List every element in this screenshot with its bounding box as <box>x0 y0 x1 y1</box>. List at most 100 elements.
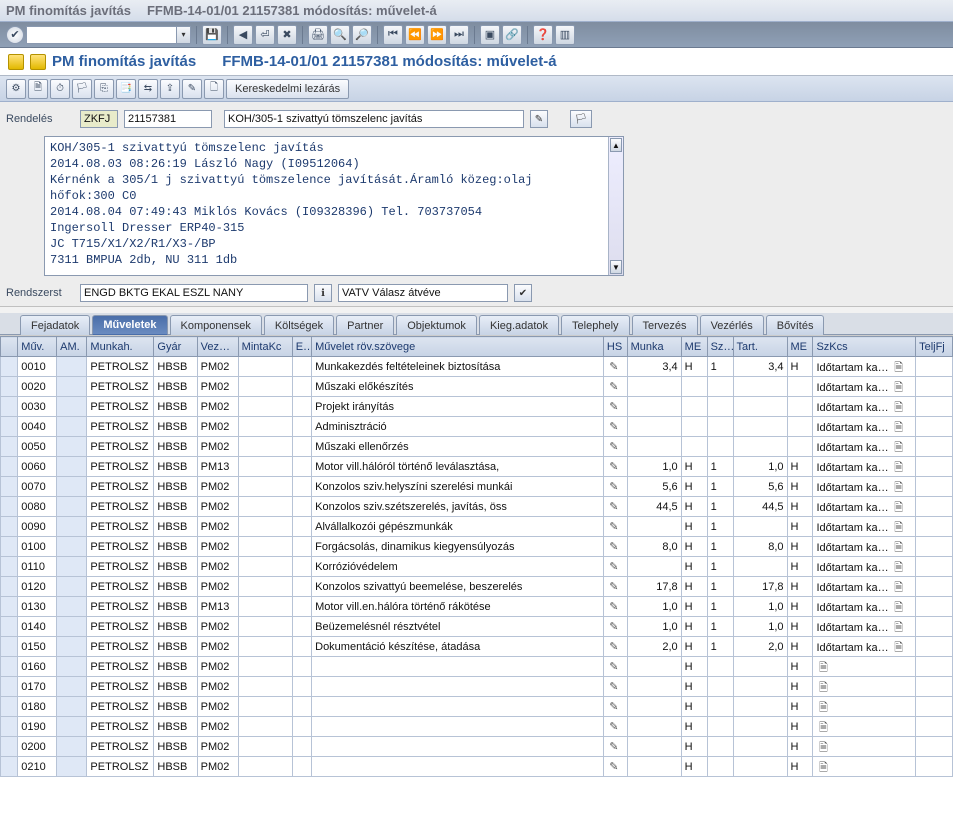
cell-mintakc[interactable] <box>238 597 292 617</box>
cell-me2[interactable]: H <box>787 517 813 537</box>
cell-vez[interactable]: PM02 <box>197 577 238 597</box>
cell-e[interactable] <box>292 677 311 697</box>
cell-szkcs[interactable]: 🗎 <box>813 677 916 697</box>
col-hs[interactable]: HS <box>603 337 627 357</box>
edit-icon[interactable]: ✎ <box>607 640 621 654</box>
cell-tart[interactable] <box>733 717 787 737</box>
confirm-icon[interactable]: ✔ <box>514 284 532 302</box>
new-session-icon[interactable]: ▣ <box>480 25 500 45</box>
cell-me2[interactable]: H <box>787 577 813 597</box>
cell-teljfj[interactable] <box>916 577 953 597</box>
cell-szkcs[interactable]: Időtartam ka… 🗎 <box>813 557 916 577</box>
cell-tart[interactable] <box>733 657 787 677</box>
cell-teljfj[interactable] <box>916 677 953 697</box>
cell-muv[interactable]: 0190 <box>18 717 57 737</box>
cell-munka[interactable]: 44,5 <box>627 497 681 517</box>
cell-am[interactable] <box>57 697 87 717</box>
cell-tart[interactable] <box>733 757 787 777</box>
cell-szoveg[interactable] <box>312 737 604 757</box>
cell-mintakc[interactable] <box>238 397 292 417</box>
cell-muv[interactable]: 0060 <box>18 457 57 477</box>
list-icon[interactable]: 🗎 <box>892 479 906 493</box>
edit-icon[interactable]: ✎ <box>607 380 621 394</box>
cell-sz[interactable]: 1 <box>707 597 733 617</box>
row-selector[interactable] <box>1 457 18 477</box>
user-status-field[interactable]: VATV Válasz átvéve <box>338 284 508 302</box>
edit-icon[interactable]: ✎ <box>607 620 621 634</box>
cell-am[interactable] <box>57 477 87 497</box>
cell-tart[interactable] <box>733 437 787 457</box>
cell-sz[interactable]: 1 <box>707 477 733 497</box>
cell-szoveg[interactable]: Műszaki ellenőrzés <box>312 437 604 457</box>
cell-am[interactable] <box>57 357 87 377</box>
cell-e[interactable] <box>292 637 311 657</box>
cell-me1[interactable]: H <box>681 617 707 637</box>
cell-mintakc[interactable] <box>238 477 292 497</box>
cell-sz[interactable] <box>707 717 733 737</box>
cell-me1[interactable]: H <box>681 457 707 477</box>
cell-munkah[interactable]: PETROLSZ <box>87 717 154 737</box>
cell-hs[interactable]: ✎ <box>603 577 627 597</box>
cell-mintakc[interactable] <box>238 737 292 757</box>
cell-mintakc[interactable] <box>238 617 292 637</box>
cell-teljfj[interactable] <box>916 697 953 717</box>
cell-teljfj[interactable] <box>916 457 953 477</box>
cell-tart[interactable]: 3,4 <box>733 357 787 377</box>
list-icon[interactable]: 🗎 <box>816 759 830 773</box>
col-munkah[interactable]: Munkah. <box>87 337 154 357</box>
cell-szoveg[interactable] <box>312 677 604 697</box>
col-select[interactable] <box>1 337 18 357</box>
cell-munkah[interactable]: PETROLSZ <box>87 577 154 597</box>
cell-hs[interactable]: ✎ <box>603 677 627 697</box>
cell-munka[interactable] <box>627 517 681 537</box>
cell-teljfj[interactable] <box>916 517 953 537</box>
cell-mintakc[interactable] <box>238 537 292 557</box>
cell-hs[interactable]: ✎ <box>603 377 627 397</box>
cell-munkah[interactable]: PETROLSZ <box>87 737 154 757</box>
save-icon[interactable]: 💾 <box>202 25 222 45</box>
cell-munka[interactable]: 17,8 <box>627 577 681 597</box>
cell-gyar[interactable]: HBSB <box>154 557 197 577</box>
cell-e[interactable] <box>292 457 311 477</box>
table-row[interactable]: 0160PETROLSZHBSBPM02✎HH 🗎 <box>1 657 953 677</box>
cell-sz[interactable] <box>707 657 733 677</box>
cell-mintakc[interactable] <box>238 677 292 697</box>
cell-e[interactable] <box>292 477 311 497</box>
table-row[interactable]: 0120PETROLSZHBSBPM02Konzolos szivattyú b… <box>1 577 953 597</box>
list-icon[interactable]: 🗎 <box>892 539 906 553</box>
cell-gyar[interactable]: HBSB <box>154 697 197 717</box>
cell-muv[interactable]: 0040 <box>18 417 57 437</box>
cell-teljfj[interactable] <box>916 657 953 677</box>
scroll-down-icon[interactable]: ▼ <box>610 260 622 274</box>
cell-hs[interactable]: ✎ <box>603 497 627 517</box>
table-row[interactable]: 0080PETROLSZHBSBPM02Konzolos sziv.szétsz… <box>1 497 953 517</box>
cell-muv[interactable]: 0090 <box>18 517 57 537</box>
col-szoveg[interactable]: Művelet röv.szövege <box>312 337 604 357</box>
cell-am[interactable] <box>57 737 87 757</box>
cell-munka[interactable]: 8,0 <box>627 537 681 557</box>
cell-szkcs[interactable]: 🗎 <box>813 737 916 757</box>
cell-mintakc[interactable] <box>238 637 292 657</box>
cell-szkcs[interactable]: Időtartam ka… 🗎 <box>813 517 916 537</box>
table-row[interactable]: 0090PETROLSZHBSBPM02Alvállalkozói gépész… <box>1 517 953 537</box>
cell-sz[interactable] <box>707 677 733 697</box>
cell-tart[interactable]: 1,0 <box>733 597 787 617</box>
row-selector[interactable] <box>1 437 18 457</box>
table-row[interactable]: 0170PETROLSZHBSBPM02✎HH 🗎 <box>1 677 953 697</box>
cell-am[interactable] <box>57 537 87 557</box>
cell-szkcs[interactable]: Időtartam ka… 🗎 <box>813 477 916 497</box>
row-selector[interactable] <box>1 557 18 577</box>
cell-gyar[interactable]: HBSB <box>154 357 197 377</box>
cell-hs[interactable]: ✎ <box>603 537 627 557</box>
scroll-track[interactable] <box>609 153 623 259</box>
back-icon[interactable]: ◀ <box>233 25 253 45</box>
cell-szoveg[interactable]: Műszaki előkészítés <box>312 377 604 397</box>
cell-szkcs[interactable]: Időtartam ka… 🗎 <box>813 637 916 657</box>
cell-teljfj[interactable] <box>916 417 953 437</box>
list-icon[interactable]: 🗎 <box>892 359 906 373</box>
table-row[interactable]: 0210PETROLSZHBSBPM02✎HH 🗎 <box>1 757 953 777</box>
cell-szkcs[interactable]: Időtartam ka… 🗎 <box>813 497 916 517</box>
cell-me1[interactable]: H <box>681 657 707 677</box>
cell-munkah[interactable]: PETROLSZ <box>87 757 154 777</box>
cell-szkcs[interactable]: 🗎 <box>813 697 916 717</box>
